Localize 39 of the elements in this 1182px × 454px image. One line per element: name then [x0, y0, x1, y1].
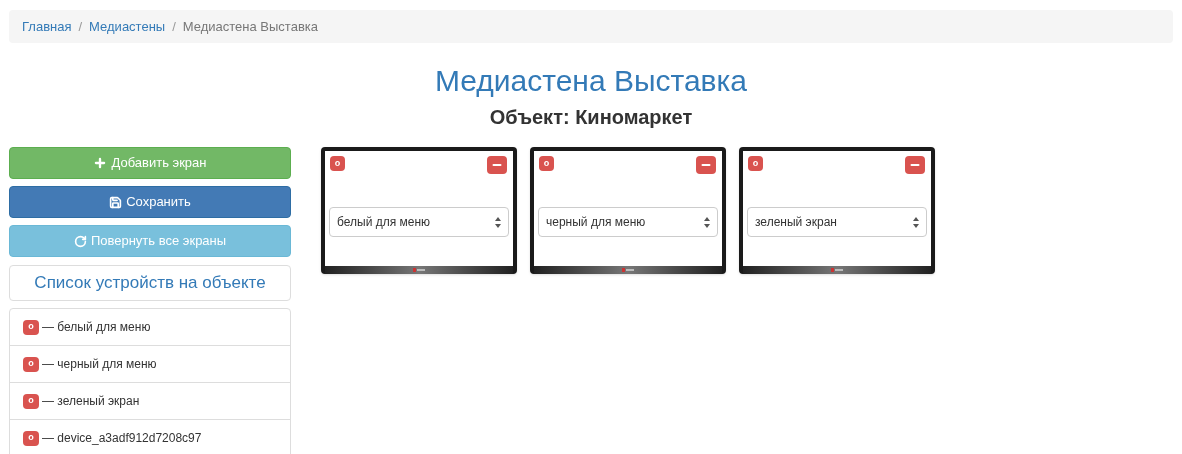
logo-icon [413, 268, 425, 272]
status-badge: o [23, 356, 39, 372]
breadcrumb-link[interactable]: Медиастены [89, 16, 166, 37]
status-badge: o [23, 319, 39, 335]
select-arrows-icon [913, 216, 919, 228]
select-arrows-icon [495, 216, 501, 228]
breadcrumb-separator: / [77, 17, 84, 36]
breadcrumb-current: Медиастена Выставка [182, 17, 318, 36]
status-badge: o [23, 393, 39, 409]
device-name: — зеленый экран [42, 393, 140, 410]
save-icon [109, 195, 123, 209]
status-badge: o [539, 156, 554, 171]
panel-title: Список устройств на объекте [34, 272, 266, 295]
device-name: — белый для меню [42, 319, 151, 336]
remove-button[interactable] [905, 156, 925, 174]
status-badge: o [23, 430, 39, 446]
screen-select[interactable]: черный для меню [538, 207, 718, 237]
device-name: — device_a3adf912d7208c97 [42, 430, 202, 447]
logo-icon [622, 268, 634, 272]
remove-button[interactable] [696, 156, 716, 174]
device-list-item[interactable]: o — device_a3adf912d7208c97 [10, 420, 290, 454]
breadcrumb-link[interactable]: Главная [22, 16, 72, 37]
status-badge: o [748, 156, 763, 171]
logo-icon [831, 268, 843, 272]
device-name: — черный для меню [42, 356, 157, 373]
device-list-item[interactable]: o — зеленый экран [10, 383, 290, 420]
plus-icon [93, 156, 108, 170]
status-badge: o [330, 156, 345, 171]
page-subtitle: Объект: Киномаркет [489, 105, 693, 130]
screen-select[interactable]: белый для меню [329, 207, 509, 237]
screen-select[interactable]: зеленый экран [747, 207, 927, 237]
action-button[interactable]: Сохранить [9, 186, 291, 218]
breadcrumb-separator: / [171, 17, 177, 36]
page-title: Медиастена Выставка [434, 63, 747, 99]
device-list-item[interactable]: o — белый для меню [10, 309, 290, 346]
device-list-item[interactable]: o — черный для меню [10, 346, 290, 383]
refresh-icon [73, 234, 87, 248]
remove-button[interactable] [487, 156, 507, 174]
select-arrows-icon [704, 216, 710, 228]
